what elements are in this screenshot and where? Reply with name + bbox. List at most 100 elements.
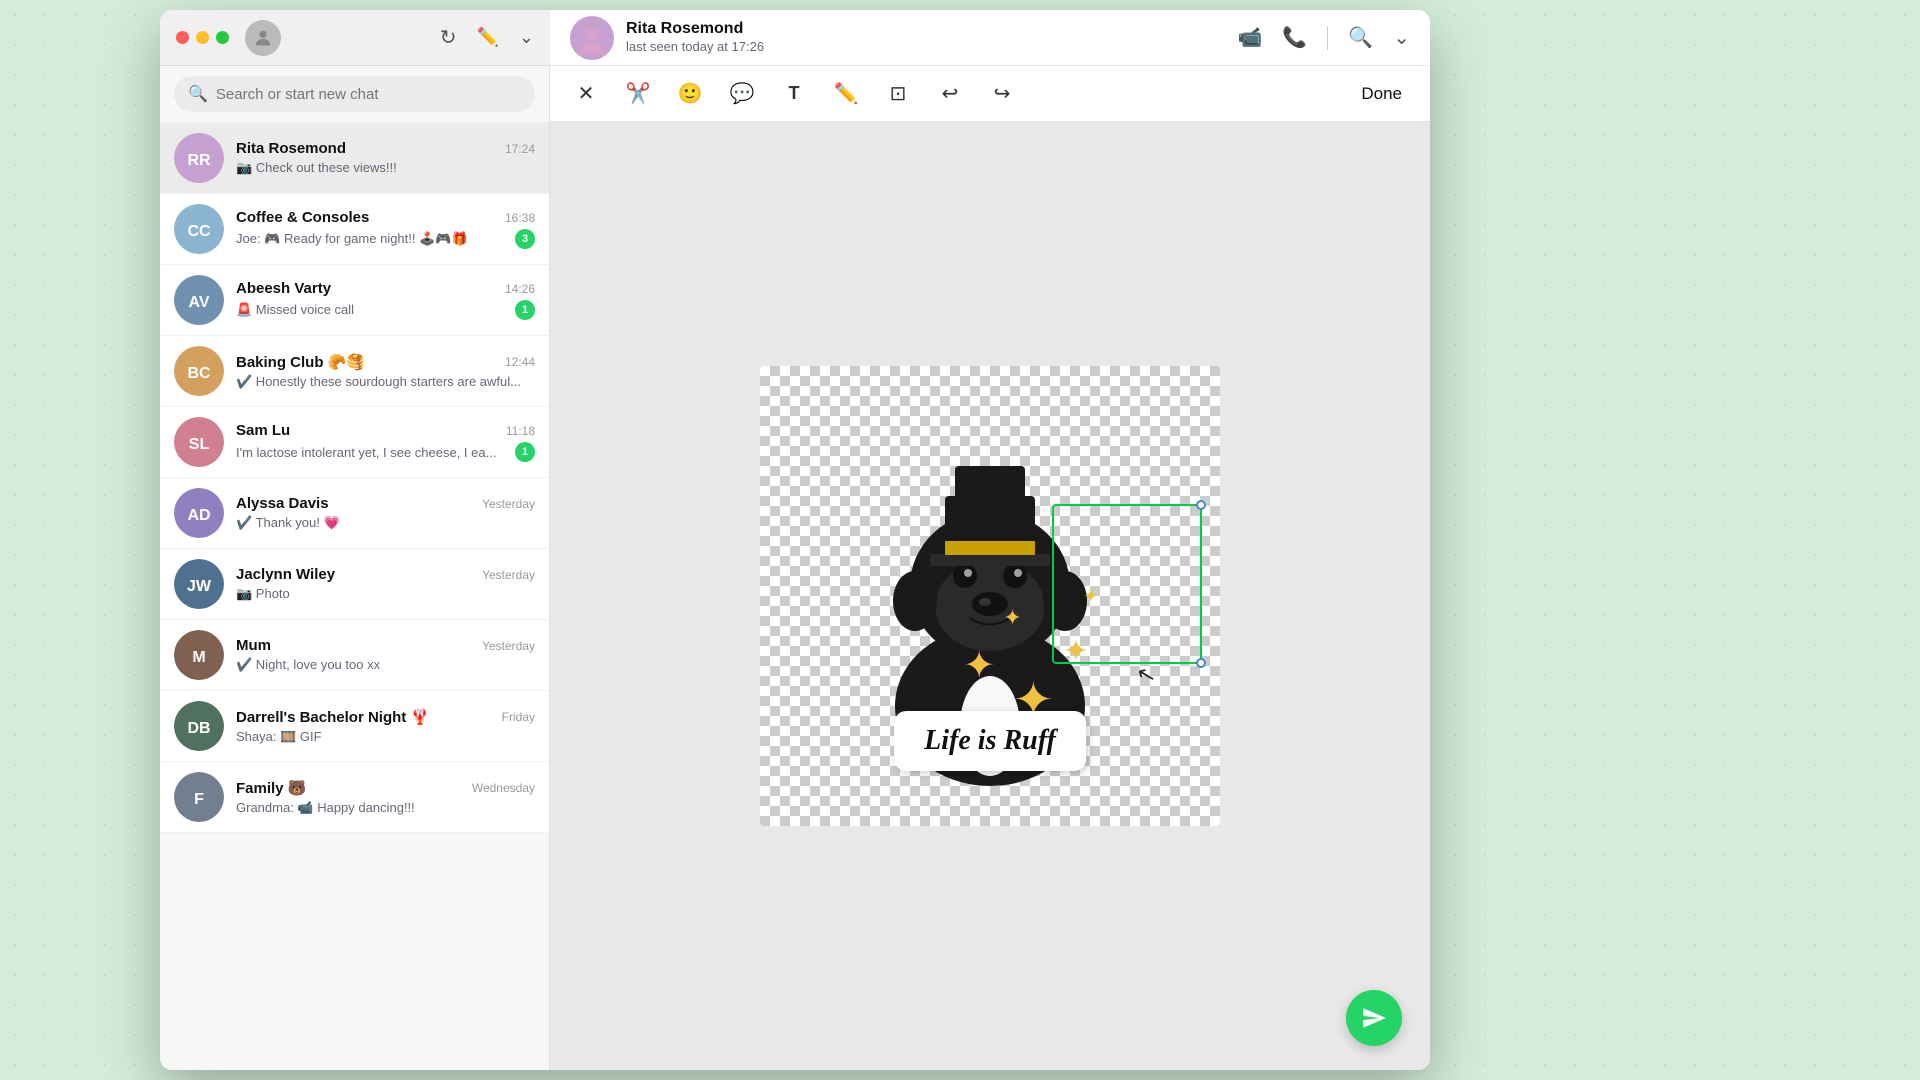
emoji-icon[interactable]: 🙂: [674, 78, 706, 110]
chat-item-family[interactable]: F Family 🐻 Wednesday Grandma: 📹 Happy da…: [160, 762, 549, 833]
avatar-coffee: CC: [174, 204, 224, 254]
chat-top-mum: Mum Yesterday: [236, 637, 535, 654]
chat-content-abeesh: Abeesh Varty 14:26 🚨 Missed voice call 1: [236, 280, 535, 320]
search-inner: 🔍: [174, 76, 535, 112]
sticker-icon[interactable]: 💬: [726, 78, 758, 110]
search-input[interactable]: [216, 86, 521, 103]
chat-preview-abeesh: 🚨 Missed voice call: [236, 302, 354, 318]
search-icon[interactable]: 🔍: [1348, 25, 1373, 50]
chat-name-sam: Sam Lu: [236, 422, 290, 439]
unread-badge-abeesh: 1: [515, 300, 535, 320]
main-window: ↻ ✏️ ⌄ Rita Rosemond last seen today at …: [160, 10, 1430, 1070]
chat-item-coffee[interactable]: CC Coffee & Consoles 16:38 Joe: 🎮 Ready …: [160, 194, 549, 265]
chat-preview-baking: ✔️ Honestly these sourdough starters are…: [236, 374, 521, 390]
traffic-lights: [176, 31, 229, 44]
divider: [1327, 26, 1328, 50]
chat-header-text: Rita Rosemond last seen today at 17:26: [626, 20, 764, 56]
unread-badge-sam: 1: [515, 442, 535, 462]
chat-name-coffee: Coffee & Consoles: [236, 209, 369, 226]
search-bar: 🔍: [160, 66, 549, 123]
chat-top-rita: Rita Rosemond 17:24: [236, 140, 535, 157]
chat-time-family: Wednesday: [472, 781, 535, 795]
chat-item-darrell[interactable]: DB Darrell's Bachelor Night 🦞 Friday Sha…: [160, 691, 549, 762]
avatar-jaclyn: JW: [174, 559, 224, 609]
chat-time-jaclyn: Yesterday: [482, 568, 535, 582]
chat-header: Rita Rosemond last seen today at 17:26 📹…: [550, 10, 1430, 66]
chat-item-rita[interactable]: RR Rita Rosemond 17:24 📷 Check out these…: [160, 123, 549, 194]
maximize-button[interactable]: [216, 31, 229, 44]
chat-item-jaclyn[interactable]: JW Jaclynn Wiley Yesterday 📷 Photo: [160, 549, 549, 620]
chat-name-rita: Rita Rosemond: [236, 140, 346, 157]
refresh-icon[interactable]: ↻: [440, 25, 457, 50]
avatar-darrell: DB: [174, 701, 224, 751]
sidebar-actions: ↻ ✏️ ⌄: [440, 25, 534, 50]
chat-header-actions: 📹 📞 🔍 ⌄: [1238, 25, 1410, 50]
chat-preview-jaclyn: 📷 Photo: [236, 586, 290, 602]
undo-icon[interactable]: ↩: [934, 78, 966, 110]
close-editor-button[interactable]: ✕: [570, 78, 602, 110]
main-area: 🔍 RR Rita Rosemond 17:24 📷 Check out the…: [160, 66, 1430, 1070]
chat-time-abeesh: 14:26: [505, 282, 535, 296]
compose-icon[interactable]: ✏️: [476, 27, 498, 48]
chat-top-coffee: Coffee & Consoles 16:38: [236, 209, 535, 226]
draw-icon[interactable]: ✏️: [830, 78, 862, 110]
chat-time-rita: 17:24: [505, 142, 535, 156]
contact-status: last seen today at 17:26: [626, 39, 764, 54]
search-icon: 🔍: [188, 84, 208, 104]
close-button[interactable]: [176, 31, 189, 44]
chat-name-baking: Baking Club 🥐🥞: [236, 353, 365, 371]
avatar-family: F: [174, 772, 224, 822]
chat-name-alyssa: Alyssa Davis: [236, 495, 329, 512]
chat-time-alyssa: Yesterday: [482, 497, 535, 511]
chat-content-coffee: Coffee & Consoles 16:38 Joe: 🎮 Ready for…: [236, 209, 535, 249]
star-2: ✦: [1003, 607, 1021, 629]
profile-avatar[interactable]: [245, 20, 281, 56]
more-icon[interactable]: ⌄: [519, 27, 534, 48]
chat-name-jaclyn: Jaclynn Wiley: [236, 566, 335, 583]
chat-item-alyssa[interactable]: AD Alyssa Davis Yesterday ✔️ Thank you! …: [160, 478, 549, 549]
chat-time-mum: Yesterday: [482, 639, 535, 653]
life-is-ruff-banner: Life is Ruff: [894, 711, 1086, 771]
chat-time-darrell: Friday: [502, 710, 535, 724]
chat-item-mum[interactable]: M Mum Yesterday ✔️ Night, love you too x…: [160, 620, 549, 691]
voice-call-icon[interactable]: 📞: [1282, 25, 1307, 50]
minimize-button[interactable]: [196, 31, 209, 44]
svg-text:JW: JW: [187, 578, 212, 595]
chat-name-darrell: Darrell's Bachelor Night 🦞: [236, 708, 429, 726]
svg-text:M: M: [192, 649, 205, 666]
chat-content-darrell: Darrell's Bachelor Night 🦞 Friday Shaya:…: [236, 708, 535, 745]
avatar-sam: SL: [174, 417, 224, 467]
crop-icon[interactable]: ⊡: [882, 78, 914, 110]
chat-item-sam[interactable]: SL Sam Lu 11:18 I'm lactose intolerant y…: [160, 407, 549, 478]
chat-top-abeesh: Abeesh Varty 14:26: [236, 280, 535, 297]
svg-text:SL: SL: [189, 436, 210, 453]
chat-time-baking: 12:44: [505, 355, 535, 369]
svg-text:DB: DB: [187, 720, 210, 737]
chat-preview-mum: ✔️ Night, love you too xx: [236, 657, 380, 673]
header-avatar: [570, 16, 614, 60]
send-button[interactable]: [1346, 990, 1402, 1046]
avatar-abeesh: AV: [174, 275, 224, 325]
done-button[interactable]: Done: [1353, 80, 1410, 108]
star-1: ✦: [963, 647, 995, 685]
chat-name-abeesh: Abeesh Varty: [236, 280, 331, 297]
text-icon[interactable]: T: [778, 78, 810, 110]
chat-preview-sam: I'm lactose intolerant yet, I see cheese…: [236, 445, 496, 460]
avatar-alyssa: AD: [174, 488, 224, 538]
sidebar-titlebar: ↻ ✏️ ⌄: [160, 10, 550, 66]
send-icon: [1361, 1005, 1387, 1031]
chat-area: ✕ ✂️ 🙂 💬 T ✏️ ⊡ ↩ ↪ Done: [550, 66, 1430, 1070]
chat-item-abeesh[interactable]: AV Abeesh Varty 14:26 🚨 Missed voice cal…: [160, 265, 549, 336]
avatar-mum: M: [174, 630, 224, 680]
chat-preview-family: Grandma: 📹 Happy dancing!!!: [236, 800, 415, 816]
chat-preview-darrell: Shaya: 🎞️ GIF: [236, 729, 322, 745]
chat-content-baking: Baking Club 🥐🥞 12:44 ✔️ Honestly these s…: [236, 353, 535, 390]
more-options-icon[interactable]: ⌄: [1393, 25, 1410, 50]
scissors-icon[interactable]: ✂️: [622, 78, 654, 110]
redo-icon[interactable]: ↪: [986, 78, 1018, 110]
video-call-icon[interactable]: 📹: [1238, 25, 1263, 50]
star-5: ✦: [1063, 637, 1088, 667]
chat-item-baking[interactable]: BC Baking Club 🥐🥞 12:44 ✔️ Honestly thes…: [160, 336, 549, 407]
star-6: ✦: [1083, 587, 1098, 605]
svg-text:F: F: [194, 791, 204, 808]
